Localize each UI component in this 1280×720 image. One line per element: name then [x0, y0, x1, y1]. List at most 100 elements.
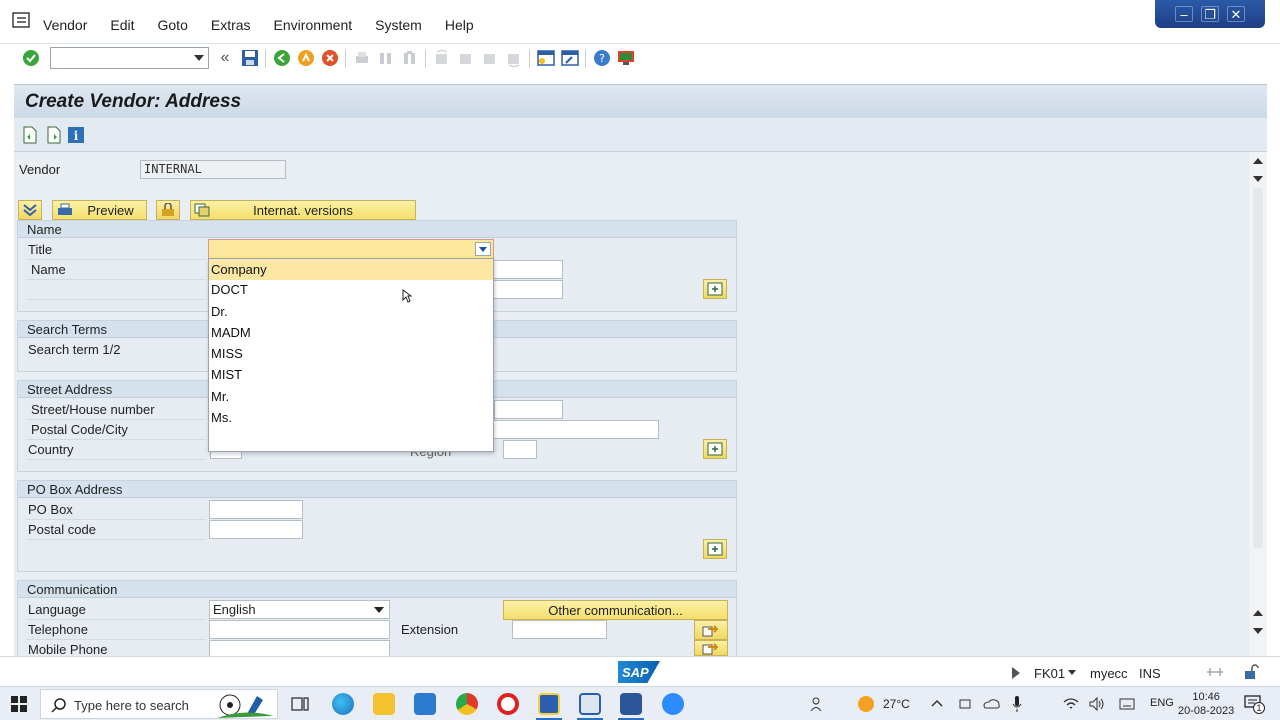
name-field-2[interactable] [492, 280, 563, 299]
other-communication-button[interactable]: Other communication... [503, 600, 728, 620]
microphone-icon[interactable] [1012, 695, 1022, 713]
exit-icon[interactable] [296, 48, 316, 68]
football-icon [217, 694, 273, 718]
onedrive-icon[interactable] [983, 696, 1001, 712]
city-field[interactable] [492, 420, 659, 439]
vendor-label: Vendor [19, 162, 61, 177]
dropdown-option-company[interactable]: Company [209, 259, 493, 280]
more-address-button[interactable] [703, 439, 727, 459]
house-number-field[interactable] [494, 400, 563, 419]
menu-items: Vendor Edit Goto Extras Environment Syst… [43, 17, 497, 33]
chevron-down-icon[interactable] [374, 607, 384, 613]
lock-button[interactable] [156, 200, 180, 220]
name-field-1[interactable] [492, 260, 563, 279]
title-select[interactable] [208, 239, 494, 259]
telephone-field[interactable] [209, 620, 390, 639]
sap-gui-icon[interactable] [579, 693, 601, 715]
unlock-icon[interactable] [1242, 663, 1260, 681]
chevron-down-icon[interactable] [475, 242, 491, 256]
input-language[interactable]: ENG [1150, 697, 1174, 709]
po-box-field[interactable] [209, 500, 303, 519]
chrome-icon[interactable] [456, 693, 478, 715]
edge-icon[interactable] [332, 693, 354, 715]
shortcut-icon[interactable] [560, 48, 580, 68]
dropdown-option-ms[interactable]: Ms. [211, 410, 232, 425]
expand-button[interactable] [18, 200, 42, 220]
dropdown-option-mr[interactable]: Mr. [211, 389, 229, 404]
close-button[interactable]: ✕ [1227, 6, 1245, 22]
file-explorer-icon[interactable] [373, 693, 395, 715]
title-dropdown-list: Company DOCT Dr. MADM MISS MIST Mr. Ms. [208, 258, 494, 452]
weather-icon[interactable] [858, 696, 874, 712]
region-field[interactable] [503, 440, 537, 459]
task-view-icon[interactable] [291, 696, 309, 712]
create-session-icon[interactable] [536, 48, 556, 68]
menu-icon[interactable] [12, 12, 30, 28]
language-select[interactable]: English [209, 600, 390, 619]
scroll-up-bottom-icon[interactable] [1253, 610, 1263, 616]
dropdown-option-dr[interactable]: Dr. [211, 304, 228, 319]
search-icon [51, 698, 66, 713]
standard-toolbar: « ? [0, 44, 1280, 74]
menu-system[interactable]: System [375, 17, 422, 33]
collapse-icon[interactable]: « [215, 48, 235, 68]
dropdown-option-doct[interactable]: DOCT [211, 282, 248, 297]
more-po-box-button[interactable] [703, 539, 727, 559]
keyboard-icon[interactable] [1119, 697, 1135, 711]
enter-icon[interactable] [21, 48, 41, 68]
country-label: Country [28, 442, 74, 457]
taskbar-search[interactable]: Type here to search [40, 689, 278, 719]
sap-logon-icon[interactable] [538, 693, 560, 715]
command-field[interactable] [50, 47, 209, 69]
scroll-thumb[interactable] [1253, 188, 1263, 548]
chevron-down-icon[interactable] [194, 55, 204, 61]
zoom-icon[interactable] [662, 693, 684, 715]
volume-icon[interactable] [1088, 696, 1106, 712]
help-icon[interactable]: ? [592, 48, 612, 68]
clock[interactable]: 10:46 20-08-2023 [1178, 690, 1234, 718]
people-icon[interactable] [810, 696, 826, 712]
word-icon[interactable] [620, 693, 642, 715]
internat-versions-button[interactable]: Internat. versions [190, 200, 416, 220]
telephone-more-button[interactable] [694, 620, 728, 640]
menu-goto[interactable]: Goto [158, 17, 188, 33]
scroll-down-icon[interactable] [1253, 176, 1263, 182]
customize-layout-icon[interactable] [616, 48, 636, 68]
meet-now-icon[interactable] [958, 696, 972, 712]
dropdown-option-mist[interactable]: MIST [211, 367, 242, 382]
windows-start-icon[interactable] [11, 696, 27, 712]
postal-code-field[interactable] [209, 520, 303, 539]
chevron-down-icon[interactable] [1068, 670, 1076, 675]
scroll-down-bottom-icon[interactable] [1253, 628, 1263, 634]
menu-extras[interactable]: Extras [211, 17, 251, 33]
network-icon[interactable] [1063, 696, 1079, 712]
minimize-button[interactable]: – [1175, 6, 1193, 22]
vertical-scrollbar[interactable] [1249, 152, 1267, 656]
chevron-up-icon[interactable] [931, 698, 943, 708]
save-icon[interactable] [240, 48, 260, 68]
preview-button[interactable]: Preview [52, 200, 147, 220]
play-icon[interactable] [1012, 667, 1020, 679]
cancel-icon[interactable] [320, 48, 340, 68]
opera-icon[interactable] [497, 693, 519, 715]
status-bar: SAP FK01 myecc INS [0, 656, 1280, 686]
temperature[interactable]: 27°C [883, 697, 910, 711]
mail-icon[interactable] [414, 693, 436, 715]
notifications-button[interactable]: 1 [1244, 695, 1265, 714]
menu-help[interactable]: Help [445, 17, 474, 33]
extension-field[interactable] [512, 620, 607, 639]
more-name-button[interactable] [703, 279, 727, 299]
next-screen-icon[interactable] [44, 125, 64, 145]
info-icon[interactable]: i [66, 125, 86, 145]
menu-edit[interactable]: Edit [110, 17, 134, 33]
dropdown-option-madm[interactable]: MADM [211, 325, 251, 340]
dropdown-option-miss[interactable]: MISS [211, 346, 243, 361]
back-icon[interactable] [272, 48, 292, 68]
menu-vendor[interactable]: Vendor [43, 17, 87, 33]
language-label: Language [28, 602, 86, 617]
previous-screen-icon[interactable] [20, 125, 40, 145]
menu-environment[interactable]: Environment [274, 17, 353, 33]
mobile-more-button[interactable] [694, 640, 728, 656]
scroll-up-icon[interactable] [1253, 158, 1263, 164]
restore-button[interactable]: ❐ [1201, 6, 1219, 22]
